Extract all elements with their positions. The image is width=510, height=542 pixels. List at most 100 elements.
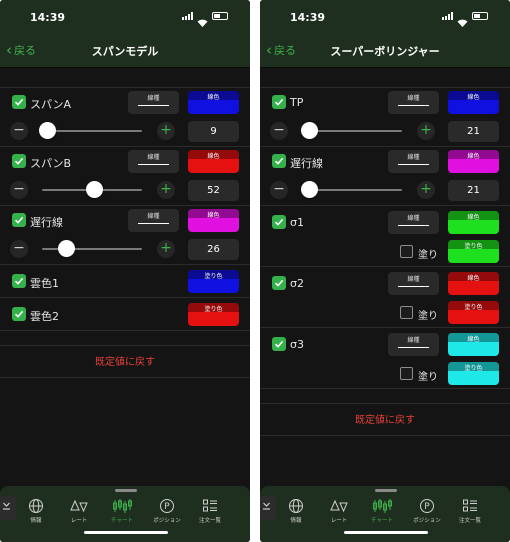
period-slider-thumb[interactable] xyxy=(39,122,56,139)
fill-label: 塗り xyxy=(418,372,438,383)
decrement-button[interactable]: − xyxy=(270,181,288,199)
tab-position[interactable]: P ポジション xyxy=(407,498,447,524)
increment-button[interactable]: + xyxy=(157,122,175,140)
period-value[interactable]: 26 xyxy=(188,239,239,260)
line-type-button[interactable]: 線種 xyxy=(388,211,439,234)
indicator-checkbox[interactable] xyxy=(12,95,26,109)
cloud-label: 雲色1 xyxy=(30,277,59,290)
tab-rate[interactable]: レート xyxy=(59,498,99,524)
fill-color-swatch[interactable]: 塗り色 xyxy=(188,303,239,326)
collapse-button[interactable] xyxy=(0,496,16,520)
line-color-swatch[interactable]: 線色 xyxy=(448,150,499,173)
line-sample xyxy=(398,225,429,226)
line-type-button[interactable]: 線種 xyxy=(388,91,439,114)
period-value[interactable]: 9 xyxy=(188,121,239,142)
slider-line: − +52 xyxy=(0,176,250,205)
sigma-header: σ2 線種 線色 xyxy=(260,267,510,297)
cloud-checkbox[interactable] xyxy=(12,307,26,321)
period-value[interactable]: 52 xyxy=(188,180,239,201)
period-slider-thumb[interactable] xyxy=(301,122,318,139)
sigma-header: σ1 線種 線色 xyxy=(260,206,510,236)
sigma-label: σ1 xyxy=(290,216,304,229)
tab-order-list[interactable]: 注文一覧 xyxy=(190,498,230,524)
decrement-button[interactable]: − xyxy=(10,122,28,140)
line-color-swatch[interactable]: 線色 xyxy=(188,150,239,173)
fill-color-swatch[interactable]: 塗り色 xyxy=(188,270,239,293)
period-slider-track[interactable] xyxy=(42,248,142,250)
line-color-swatch[interactable]: 線色 xyxy=(448,91,499,114)
sigma-checkbox[interactable] xyxy=(272,276,286,290)
line-color-swatch[interactable]: 線色 xyxy=(448,272,499,295)
tab-label: ポジション xyxy=(153,518,181,524)
tab-label: 注文一覧 xyxy=(198,518,221,524)
period-slider-thumb[interactable] xyxy=(301,181,318,198)
signal-icon xyxy=(182,12,193,20)
navigation-bar: ‹ 戻る スーパーボリンジャー xyxy=(260,30,510,68)
indicator-checkbox[interactable] xyxy=(12,213,26,227)
cloud-label: 雲色2 xyxy=(30,310,59,323)
plus-icon: + xyxy=(420,181,432,197)
tab-rate[interactable]: レート xyxy=(319,498,359,524)
tab-globe[interactable]: 情報 xyxy=(276,498,316,524)
fill-color-swatch[interactable]: 塗り色 xyxy=(448,240,499,263)
collapse-button[interactable] xyxy=(260,496,276,520)
status-bar: 14:39 xyxy=(0,0,250,30)
sigma-checkbox[interactable] xyxy=(272,215,286,229)
increment-button[interactable]: + xyxy=(417,181,435,199)
rate-icon xyxy=(59,498,99,514)
line-type-button[interactable]: 線種 xyxy=(128,209,179,232)
fill-checkbox[interactable] xyxy=(400,306,413,319)
indicator-checkbox[interactable] xyxy=(272,95,286,109)
line-type-button[interactable]: 線種 xyxy=(128,150,179,173)
line-sample xyxy=(398,347,429,348)
settings-list: スパンA 線種 線色 − +9 スパンB 線種 線色 − +52 遅行線 線種 線色 − +26 雲色1 塗り色… xyxy=(0,68,250,378)
fill-checkbox[interactable] xyxy=(400,367,413,380)
decrement-button[interactable]: − xyxy=(10,181,28,199)
period-slider-thumb[interactable] xyxy=(86,181,103,198)
indicator-checkbox[interactable] xyxy=(272,154,286,168)
tab-label: レート xyxy=(330,518,348,524)
fill-color-swatch[interactable]: 塗り色 xyxy=(448,362,499,385)
period-value[interactable]: 21 xyxy=(448,121,499,142)
tab-order-list[interactable]: 注文一覧 xyxy=(450,498,490,524)
sigma-checkbox[interactable] xyxy=(272,337,286,351)
plus-icon: + xyxy=(160,240,172,256)
tab-chart[interactable]: チャート xyxy=(102,498,142,524)
increment-button[interactable]: + xyxy=(417,122,435,140)
fill-checkbox[interactable] xyxy=(400,245,413,258)
indicator-checkbox[interactable] xyxy=(12,154,26,168)
line-type-button[interactable]: 線種 xyxy=(388,333,439,356)
indicator-label: スパンB xyxy=(30,157,72,170)
increment-button[interactable]: + xyxy=(157,240,175,258)
drag-handle[interactable] xyxy=(375,489,397,492)
cloud-row: 雲色2 塗り色 xyxy=(0,298,250,331)
reset-defaults-button[interactable]: 既定値に戻す xyxy=(260,403,510,436)
line-color-swatch[interactable]: 線色 xyxy=(448,333,499,356)
line-type-button[interactable]: 線種 xyxy=(128,91,179,114)
page-title: スーパーボリンジャー xyxy=(330,45,440,58)
period-slider-track[interactable] xyxy=(42,130,142,132)
decrement-button[interactable]: − xyxy=(270,122,288,140)
color-caption: 線色 xyxy=(207,212,220,219)
check-icon xyxy=(14,277,24,285)
line-color-swatch[interactable]: 線色 xyxy=(188,91,239,114)
drag-handle[interactable] xyxy=(115,489,137,492)
decrement-button[interactable]: − xyxy=(10,240,28,258)
line-type-button[interactable]: 線種 xyxy=(388,272,439,295)
minus-icon: − xyxy=(273,181,285,197)
color-caption: 線色 xyxy=(467,336,480,343)
fill-color-swatch[interactable]: 塗り色 xyxy=(448,301,499,324)
increment-button[interactable]: + xyxy=(157,181,175,199)
cloud-checkbox[interactable] xyxy=(12,274,26,288)
line-color-swatch[interactable]: 線色 xyxy=(188,209,239,232)
period-value[interactable]: 21 xyxy=(448,180,499,201)
tab-chart[interactable]: チャート xyxy=(362,498,402,524)
indicator-header: スパンA 線種 線色 xyxy=(0,88,250,117)
period-slider-thumb[interactable] xyxy=(58,240,75,257)
line-sample xyxy=(398,286,429,287)
line-color-swatch[interactable]: 線色 xyxy=(448,211,499,234)
line-type-button[interactable]: 線種 xyxy=(388,150,439,173)
tab-position[interactable]: P ポジション xyxy=(147,498,187,524)
reset-defaults-button[interactable]: 既定値に戻す xyxy=(0,345,250,378)
tab-globe[interactable]: 情報 xyxy=(16,498,56,524)
